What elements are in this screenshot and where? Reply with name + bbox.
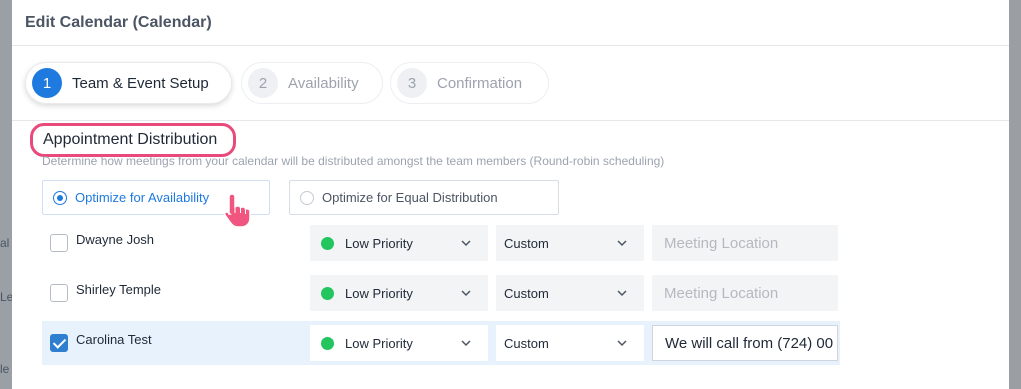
background-text-fragment: le <box>0 362 10 376</box>
location-type-select[interactable]: Custom <box>496 275 644 311</box>
member-checkbox[interactable] <box>50 234 68 252</box>
location-type-value: Custom <box>504 285 549 301</box>
radio-button[interactable] <box>53 190 67 205</box>
member-checkbox[interactable] <box>50 284 68 302</box>
priority-select[interactable]: Low Priority <box>310 275 488 311</box>
member-name: Shirley Temple <box>76 282 162 297</box>
radio-button[interactable] <box>300 190 314 205</box>
member-name: Carolina Test <box>76 332 152 347</box>
priority-dot-icon <box>321 286 334 300</box>
location-placeholder: Meeting Location <box>664 234 779 252</box>
step-label: Availability <box>288 74 359 92</box>
section-description: Determine how meetings from your calenda… <box>42 154 665 168</box>
background-overlay-right <box>1009 0 1021 389</box>
location-placeholder: Meeting Location <box>664 284 779 302</box>
priority-dot-icon <box>321 336 334 350</box>
team-member-row: Carolina Test Low Priority Custom We wil… <box>42 321 840 365</box>
step-number: 3 <box>397 68 427 98</box>
stepper: 1 Team & Event Setup 2 Availability 3 Co… <box>12 46 1009 121</box>
background-text-fragment: al <box>0 236 10 250</box>
priority-select[interactable]: Low Priority <box>310 225 488 261</box>
priority-value: Low Priority <box>345 235 413 251</box>
chevron-down-icon <box>461 290 471 297</box>
location-type-select[interactable]: Custom <box>496 325 644 361</box>
section-title: Appointment Distribution <box>43 131 218 148</box>
section-title-highlight: Appointment Distribution <box>30 123 236 157</box>
chevron-down-icon <box>617 340 627 347</box>
member-name: Dwayne Josh <box>76 232 155 247</box>
chevron-down-icon <box>461 340 471 347</box>
priority-value: Low Priority <box>345 285 413 301</box>
team-member-row: Dwayne Josh Low Priority Custom Meeting … <box>42 221 840 265</box>
meeting-location-input[interactable]: Meeting Location <box>652 275 838 311</box>
radio-optimize-equal-distribution[interactable]: Optimize for Equal Distribution <box>289 180 559 215</box>
member-checkbox[interactable] <box>50 334 68 352</box>
radio-label: Optimize for Equal Distribution <box>322 190 498 205</box>
modal-header: Edit Calendar (Calendar) <box>12 0 1009 46</box>
location-type-value: Custom <box>504 235 549 251</box>
background-overlay-left <box>0 0 12 389</box>
step-confirmation[interactable]: 3 Confirmation <box>390 62 549 104</box>
chevron-down-icon <box>617 240 627 247</box>
priority-select[interactable]: Low Priority <box>310 325 488 361</box>
step-label: Confirmation <box>437 74 523 92</box>
meeting-location-input[interactable]: We will call from (724) 00 <box>652 325 838 361</box>
location-type-value: Custom <box>504 335 549 351</box>
team-member-row: Shirley Temple Low Priority Custom Meeti… <box>42 271 840 315</box>
modal-title: Edit Calendar (Calendar) <box>25 13 212 31</box>
meeting-location-input[interactable]: Meeting Location <box>652 225 838 261</box>
priority-value: Low Priority <box>345 335 413 351</box>
location-type-select[interactable]: Custom <box>496 225 644 261</box>
radio-label: Optimize for Availability <box>75 190 210 205</box>
step-number: 1 <box>32 68 62 98</box>
chevron-down-icon <box>461 240 471 247</box>
chevron-down-icon <box>617 290 627 297</box>
step-team-event-setup[interactable]: 1 Team & Event Setup <box>25 62 232 104</box>
step-availability[interactable]: 2 Availability <box>241 62 383 104</box>
location-value: We will call from (724) 00 <box>665 334 834 352</box>
edit-calendar-modal: Edit Calendar (Calendar) 1 Team & Event … <box>12 0 1009 389</box>
priority-dot-icon <box>321 236 334 250</box>
step-label: Team & Event Setup <box>72 74 209 92</box>
step-number: 2 <box>248 68 278 98</box>
